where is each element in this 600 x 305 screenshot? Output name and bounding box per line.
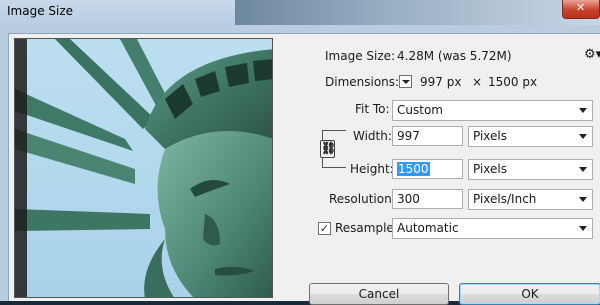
chain-link-icon[interactable]: ⛓: [320, 140, 336, 158]
dimensions-width: 997 px: [420, 75, 462, 89]
dialog-body: Image Size: 4.28M (was 5.72M) ⚙▾ Dimensi…: [8, 33, 600, 305]
height-unit: Pixels: [473, 162, 508, 176]
fit-to-label: Fit To:: [355, 102, 390, 116]
window-title: Image Size: [7, 4, 74, 18]
height-field[interactable]: 1500: [392, 159, 463, 179]
resolution-value: 300: [397, 192, 420, 206]
fit-to-select[interactable]: Custom: [392, 100, 593, 121]
resample-checkbox[interactable]: ✓: [318, 222, 331, 235]
resolution-label: Resolution:: [329, 192, 396, 206]
width-label: Width:: [353, 129, 392, 143]
dimensions-height: 1500 px: [488, 75, 538, 89]
height-label: Height:: [350, 162, 394, 176]
gear-icon[interactable]: ⚙▾: [584, 47, 600, 62]
checkmark-icon: ✓: [319, 222, 330, 235]
dimensions-label: Dimensions:: [325, 75, 400, 89]
title-bar: Image Size: [0, 0, 600, 25]
resample-value: Automatic: [397, 221, 459, 235]
image-preview[interactable]: [14, 38, 273, 298]
resolution-unit-select[interactable]: Pixels/Inch: [468, 189, 593, 210]
fit-to-value: Custom: [397, 103, 443, 117]
chevron-down-icon: [579, 226, 587, 231]
window-frame: Image Size: 4.28M (was 5.72M) ⚙▾ Dimensi…: [0, 25, 600, 305]
resample-label: Resample:: [335, 221, 398, 235]
chevron-down-icon: [579, 197, 587, 202]
chevron-down-icon: [579, 134, 587, 139]
height-unit-select[interactable]: Pixels: [468, 159, 593, 180]
image-size-label: Image Size:: [325, 49, 396, 63]
resolution-field[interactable]: 300: [392, 189, 463, 209]
width-unit: Pixels: [473, 129, 508, 143]
image-size-value: 4.28M (was 5.72M): [397, 49, 512, 63]
chevron-down-icon: [579, 167, 587, 172]
cancel-button[interactable]: Cancel: [309, 283, 449, 305]
dimensions-times: ×: [472, 75, 483, 89]
background-window-strip: [235, 0, 600, 25]
height-value: 1500: [397, 162, 430, 176]
statue-of-liberty-preview: [15, 39, 272, 297]
close-icon[interactable]: [562, 0, 600, 19]
ok-button[interactable]: OK: [459, 283, 600, 305]
resample-select[interactable]: Automatic: [392, 218, 593, 239]
width-unit-select[interactable]: Pixels: [468, 126, 593, 147]
resolution-unit: Pixels/Inch: [473, 192, 537, 206]
width-field[interactable]: 997: [392, 126, 463, 146]
chevron-down-icon: [579, 108, 587, 113]
width-value: 997: [397, 129, 420, 143]
dimensions-units-dropdown[interactable]: [399, 75, 412, 88]
